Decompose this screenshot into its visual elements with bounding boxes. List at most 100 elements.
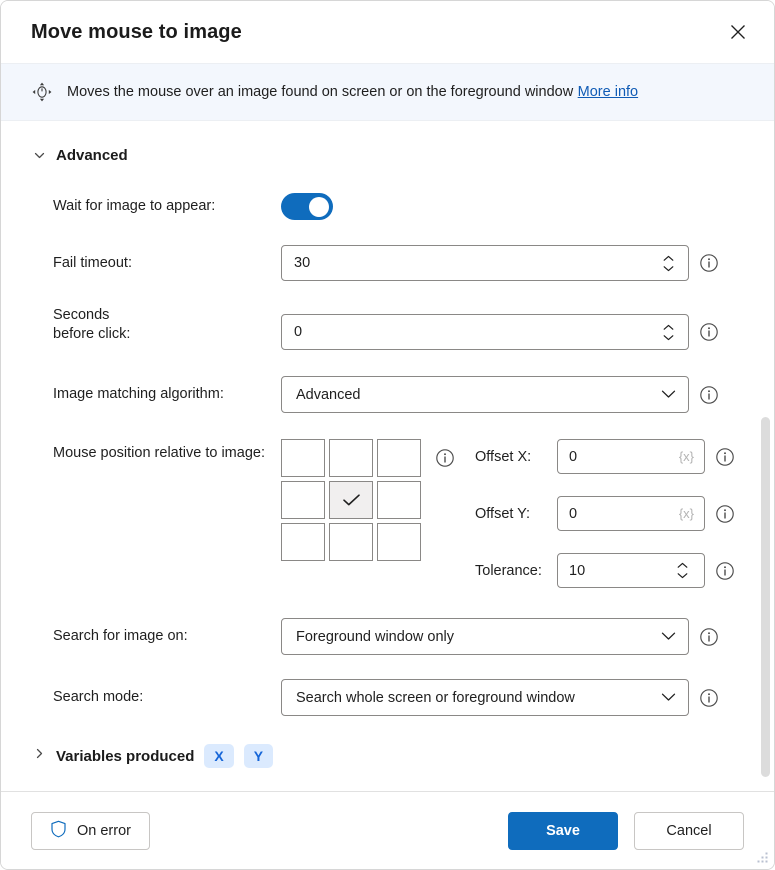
chevron-up-icon bbox=[677, 562, 687, 568]
search-mode-select[interactable]: Search whole screen or foreground window bbox=[281, 679, 689, 716]
vertical-scrollbar[interactable] bbox=[761, 121, 770, 791]
fail-timeout-value[interactable]: 30 bbox=[294, 255, 657, 271]
variable-picker-icon[interactable]: {x} bbox=[679, 506, 698, 521]
row-tolerance: Tolerance: 10 bbox=[475, 553, 735, 588]
on-error-button[interactable]: On error bbox=[31, 811, 150, 850]
chevron-down-icon bbox=[663, 265, 673, 271]
advanced-section-header[interactable]: Advanced bbox=[1, 139, 774, 172]
banner-text: Moves the mouse over an image found on s… bbox=[67, 84, 574, 100]
offsets-group: Offset X: 0 {x} Offset Y: 0 {x} Toleranc… bbox=[475, 439, 735, 588]
seconds-before-click-info-icon[interactable] bbox=[699, 322, 719, 342]
seconds-before-click-label: Seconds before click: bbox=[53, 305, 281, 344]
variable-badge-x[interactable]: X bbox=[204, 744, 234, 768]
mouse-position-cell-top-right[interactable] bbox=[377, 439, 421, 477]
offset-y-input[interactable]: 0 {x} bbox=[557, 496, 705, 531]
chevron-right-icon bbox=[33, 747, 46, 765]
tolerance-label: Tolerance: bbox=[475, 562, 542, 579]
image-matching-algorithm-label: Image matching algorithm: bbox=[53, 386, 224, 402]
offset-y-value[interactable]: 0 bbox=[569, 506, 679, 522]
mouse-position-cell-bottom-left[interactable] bbox=[281, 523, 325, 561]
save-button[interactable]: Save bbox=[508, 811, 618, 850]
tolerance-input[interactable]: 10 bbox=[557, 553, 705, 588]
image-matching-algorithm-info-icon[interactable] bbox=[699, 385, 719, 405]
offset-x-input[interactable]: 0 {x} bbox=[557, 439, 705, 474]
fail-timeout-input[interactable]: 30 bbox=[281, 245, 689, 281]
move-mouse-to-image-dialog: Move mouse to image Moves the mouse over… bbox=[0, 0, 775, 870]
seconds-before-click-stepper[interactable] bbox=[657, 324, 679, 341]
variables-produced-title: Variables produced bbox=[56, 747, 195, 765]
scrollbar-thumb[interactable] bbox=[761, 417, 770, 777]
mouse-position-cell-bottom-center[interactable] bbox=[329, 523, 373, 561]
wait-for-image-label: Wait for image to appear: bbox=[53, 198, 216, 214]
chevron-down-icon bbox=[661, 689, 676, 707]
chevron-up-icon bbox=[663, 255, 673, 261]
search-for-image-on-info-icon[interactable] bbox=[699, 627, 719, 647]
toggle-knob bbox=[309, 196, 329, 217]
advanced-section-title: Advanced bbox=[56, 147, 128, 164]
chevron-down-icon bbox=[677, 573, 687, 579]
page-title: Move mouse to image bbox=[31, 20, 242, 43]
chevron-up-icon bbox=[663, 324, 673, 330]
search-for-image-on-select[interactable]: Foreground window only bbox=[281, 618, 689, 655]
fail-timeout-stepper[interactable] bbox=[657, 255, 679, 272]
offset-y-info-icon[interactable] bbox=[715, 504, 735, 524]
search-for-image-on-value: Foreground window only bbox=[296, 628, 454, 645]
move-mouse-icon bbox=[31, 81, 53, 103]
row-offset-y: Offset Y: 0 {x} bbox=[475, 496, 735, 531]
image-matching-algorithm-value: Advanced bbox=[296, 386, 361, 403]
mouse-position-cell-middle-right[interactable] bbox=[377, 481, 421, 519]
search-for-image-on-label: Search for image on: bbox=[53, 628, 188, 644]
mouse-position-cell-middle-center[interactable] bbox=[329, 481, 373, 519]
footer-actions: Save Cancel bbox=[508, 811, 744, 850]
tolerance-info-icon[interactable] bbox=[715, 561, 735, 581]
seconds-before-click-value[interactable]: 0 bbox=[294, 324, 657, 340]
cancel-button[interactable]: Cancel bbox=[634, 811, 744, 850]
chevron-down-icon bbox=[663, 334, 673, 340]
chevron-down-icon bbox=[661, 386, 676, 404]
row-search-mode: Search mode: Search whole screen or fore… bbox=[1, 679, 774, 716]
mouse-position-grid bbox=[281, 439, 421, 561]
variable-badge-y[interactable]: Y bbox=[243, 744, 274, 768]
row-search-for-image-on: Search for image on: Foreground window o… bbox=[1, 618, 774, 655]
mouse-position-cell-bottom-right[interactable] bbox=[377, 523, 421, 561]
mouse-position-label: Mouse position relative to image: bbox=[53, 445, 265, 461]
fail-timeout-label: Fail timeout: bbox=[53, 255, 132, 271]
offset-x-info-icon[interactable] bbox=[715, 447, 735, 467]
on-error-label: On error bbox=[77, 822, 131, 839]
tolerance-stepper[interactable] bbox=[671, 562, 693, 579]
image-matching-algorithm-select[interactable]: Advanced bbox=[281, 376, 689, 413]
row-image-matching-algorithm: Image matching algorithm: Advanced bbox=[1, 376, 774, 413]
seconds-before-click-input[interactable]: 0 bbox=[281, 314, 689, 350]
row-wait-for-image: Wait for image to appear: bbox=[1, 188, 774, 220]
search-mode-info-icon[interactable] bbox=[699, 688, 719, 708]
close-icon bbox=[730, 24, 746, 40]
row-seconds-before-click: Seconds before click: 0 bbox=[1, 305, 774, 350]
tolerance-value[interactable]: 10 bbox=[569, 563, 671, 579]
seconds-before-click-label-line2: before click: bbox=[53, 326, 131, 342]
checkmark-icon bbox=[342, 493, 361, 507]
chevron-down-icon bbox=[661, 628, 676, 646]
dialog-titlebar: Move mouse to image bbox=[1, 1, 774, 63]
more-info-link[interactable]: More info bbox=[578, 84, 638, 100]
wait-for-image-toggle[interactable] bbox=[281, 193, 333, 220]
offset-x-value[interactable]: 0 bbox=[569, 449, 679, 465]
search-mode-label: Search mode: bbox=[53, 689, 144, 705]
settings-scroll-area: Advanced Wait for image to appear: Fail … bbox=[1, 121, 774, 791]
row-offset-x: Offset X: 0 {x} bbox=[475, 439, 735, 474]
banner-description: Moves the mouse over an image found on s… bbox=[67, 83, 638, 101]
mouse-position-cell-middle-left[interactable] bbox=[281, 481, 325, 519]
mouse-position-cell-top-left[interactable] bbox=[281, 439, 325, 477]
mouse-position-cell-top-center[interactable] bbox=[329, 439, 373, 477]
variables-produced-header[interactable]: Variables produced X Y bbox=[1, 744, 774, 768]
row-mouse-position: Mouse position relative to image: Offset… bbox=[1, 439, 774, 588]
variable-picker-icon[interactable]: {x} bbox=[679, 449, 698, 464]
offset-x-label: Offset X: bbox=[475, 448, 532, 465]
search-mode-value: Search whole screen or foreground window bbox=[296, 689, 575, 706]
fail-timeout-info-icon[interactable] bbox=[699, 253, 719, 273]
seconds-before-click-label-line1: Seconds bbox=[53, 307, 110, 323]
close-button[interactable] bbox=[716, 12, 760, 52]
shield-icon bbox=[50, 820, 67, 842]
offset-y-label: Offset Y: bbox=[475, 505, 531, 522]
info-banner: Moves the mouse over an image found on s… bbox=[1, 63, 774, 121]
mouse-position-info-icon[interactable] bbox=[435, 448, 455, 468]
